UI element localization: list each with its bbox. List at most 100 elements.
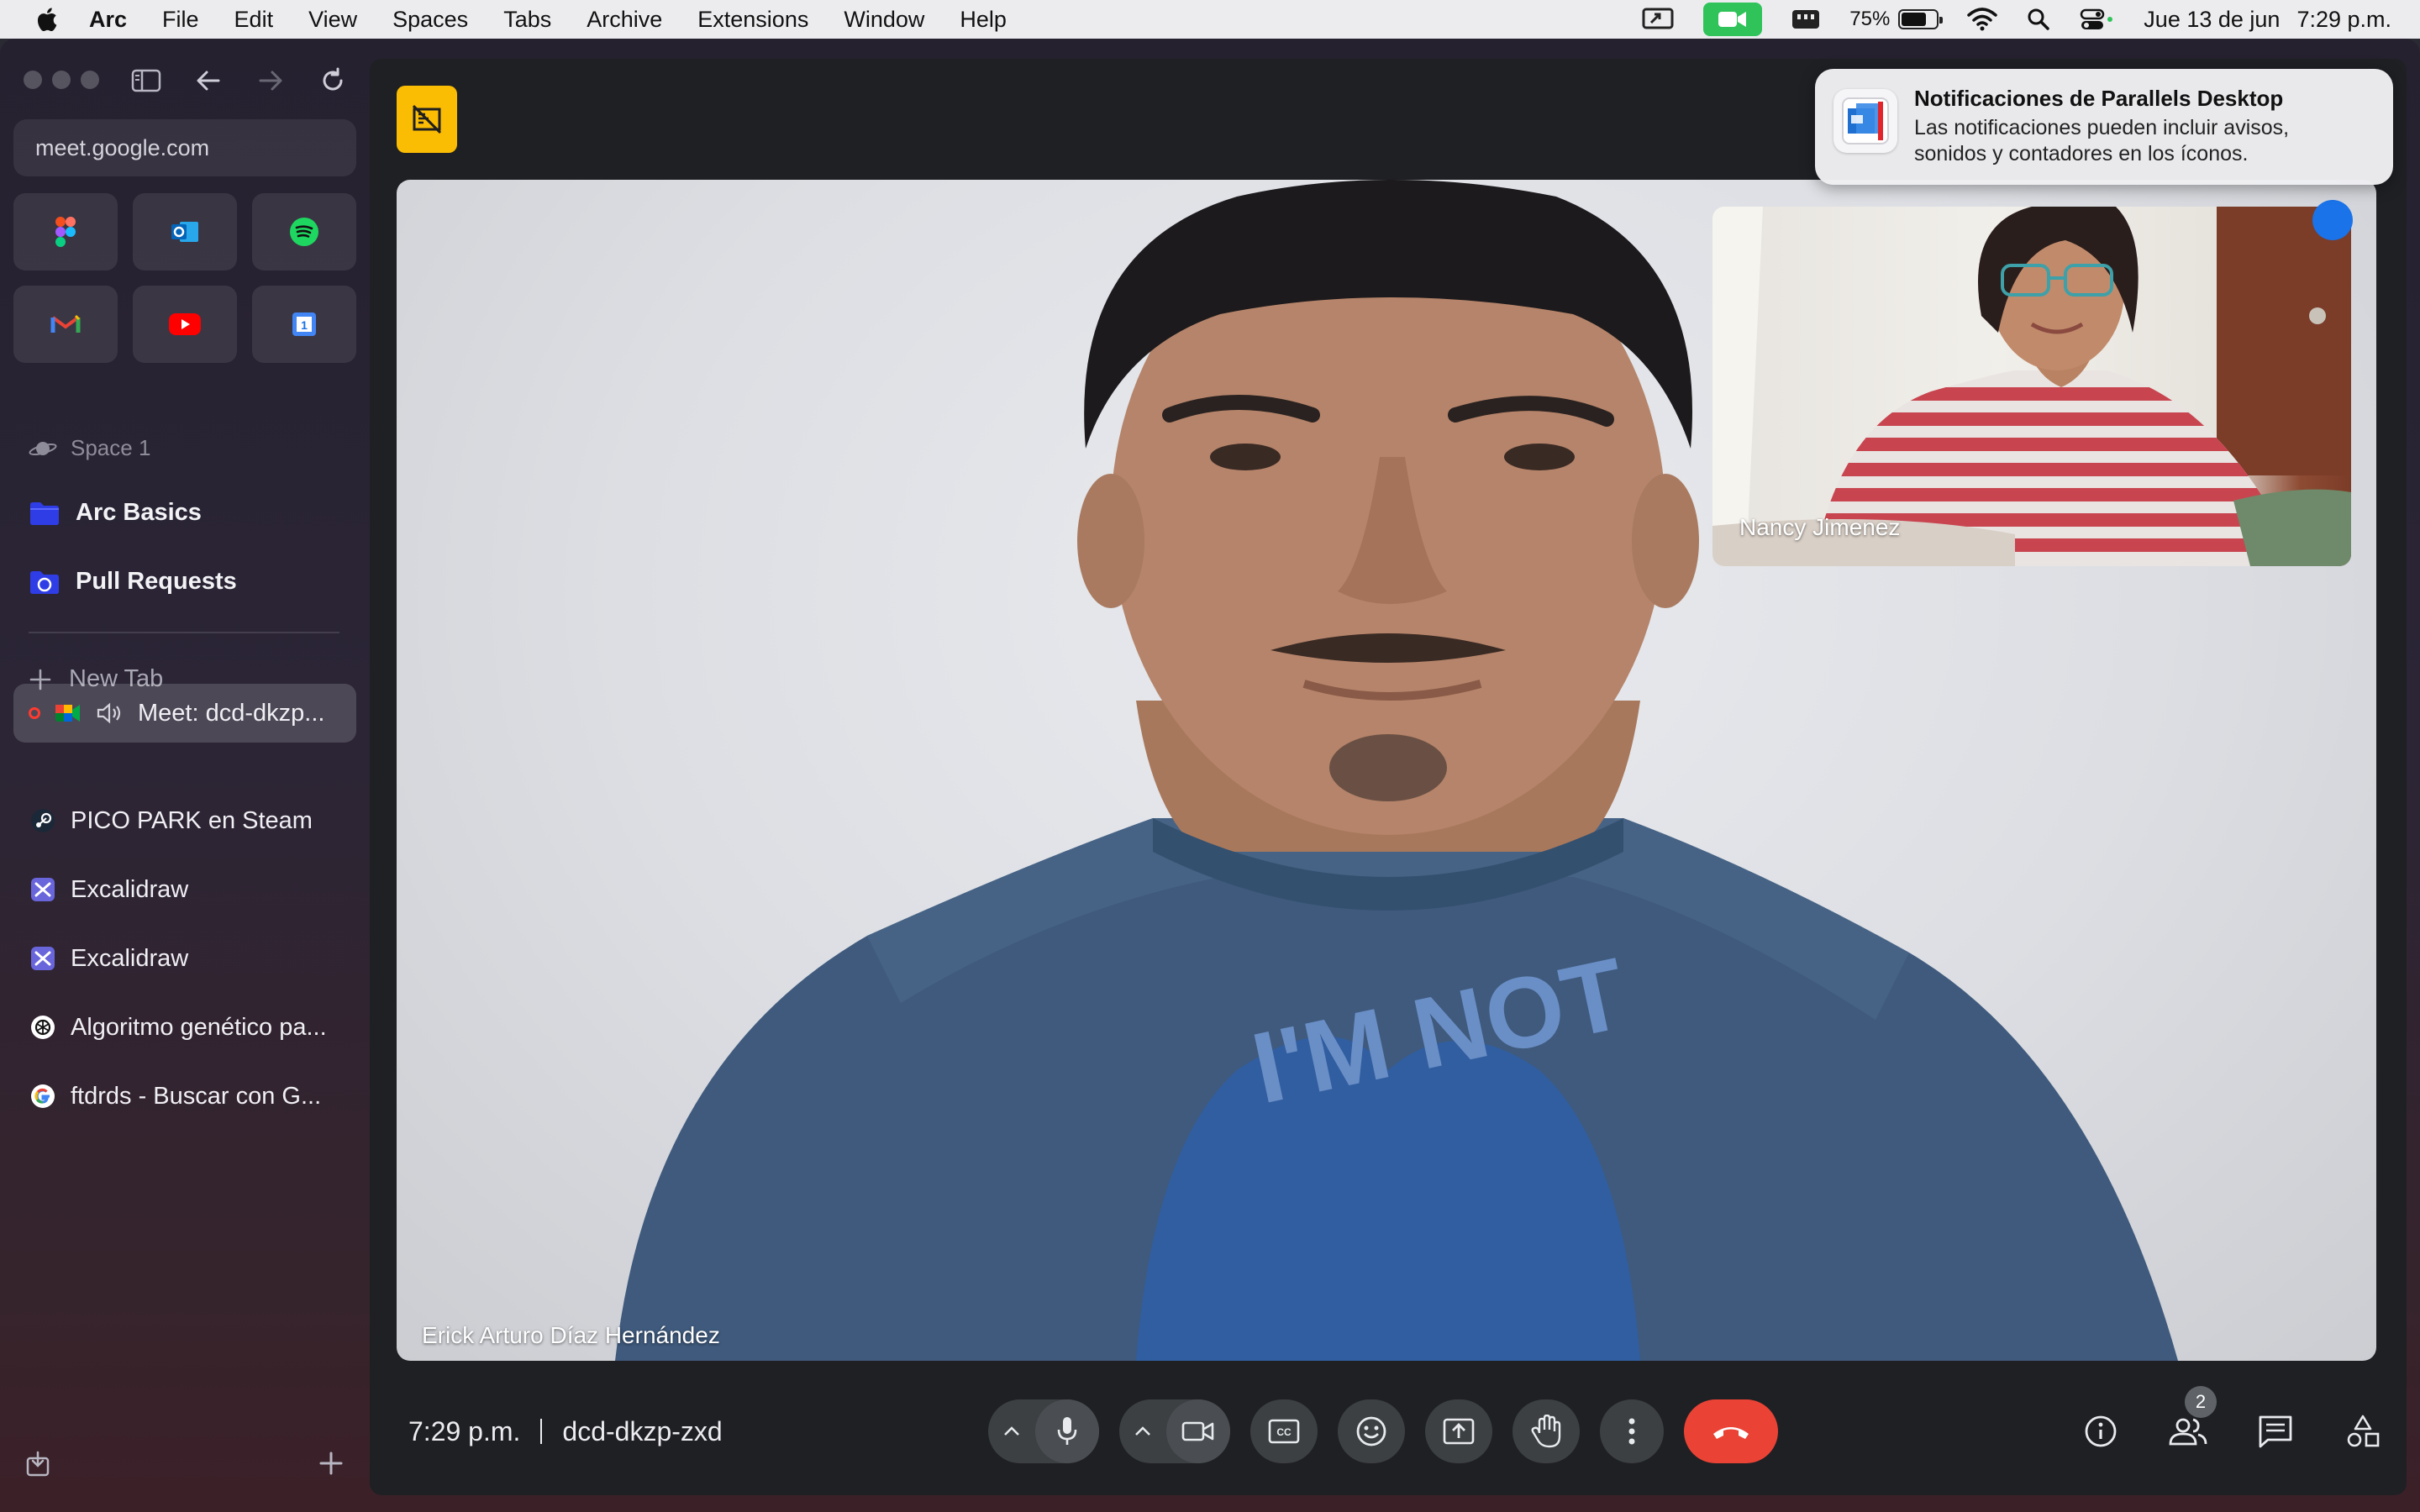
reload-icon[interactable]: [316, 64, 350, 97]
activities-shapes-icon: [2347, 1415, 2380, 1447]
tab-meet[interactable]: Meet: dcd-dkzp...: [13, 684, 356, 743]
folder-icon: [30, 501, 59, 525]
raise-hand-button[interactable]: [1512, 1399, 1580, 1463]
spotlight-search-icon[interactable]: [2026, 7, 2051, 32]
folder-label: Pull Requests: [76, 568, 237, 595]
self-view-pip[interactable]: Nancy Jimenez: [1712, 207, 2351, 566]
menu-view[interactable]: View: [308, 7, 357, 33]
tab-excalidraw-1[interactable]: Excalidraw: [13, 860, 356, 919]
back-arrow-icon[interactable]: [192, 64, 225, 97]
battery-percent: 75%: [1849, 8, 1891, 30]
camera-control-group: [1119, 1399, 1230, 1463]
menu-archive[interactable]: Archive: [587, 7, 662, 33]
recorder-icon[interactable]: [1791, 7, 1821, 32]
tab-excalidraw-2[interactable]: Excalidraw: [13, 929, 356, 988]
people-button[interactable]: 2: [2154, 1386, 2222, 1463]
favorite-figma[interactable]: [13, 193, 118, 270]
favorite-gmail[interactable]: [13, 286, 118, 363]
menubar-date[interactable]: Jue 13 de jun: [2144, 7, 2280, 33]
minimize-window-button[interactable]: [52, 71, 71, 89]
chevron-up-icon: [1004, 1426, 1019, 1436]
space-name: Space 1: [71, 435, 151, 460]
hang-up-phone-icon: [1713, 1427, 1749, 1439]
excalidraw-icon: [29, 875, 57, 904]
macos-menubar: Arc File Edit View Spaces Tabs Archive E…: [0, 0, 2420, 39]
menu-app-name[interactable]: Arc: [89, 7, 127, 33]
menu-window[interactable]: Window: [844, 7, 924, 33]
microphone-control-group: [988, 1399, 1099, 1463]
meet-side-controls: 2: [2067, 1386, 2396, 1463]
favorite-google-calendar[interactable]: 1: [252, 286, 356, 363]
planet-icon: [29, 441, 57, 455]
sidebar-footer: [25, 1450, 345, 1477]
emoji-smile-icon: [1356, 1416, 1386, 1446]
menu-help[interactable]: Help: [960, 7, 1007, 33]
parallels-notification[interactable]: Notificaciones de Parallels Desktop Las …: [1815, 69, 2393, 185]
chat-button[interactable]: [2242, 1399, 2309, 1463]
self-view-name: Nancy Jimenez: [1739, 514, 1901, 540]
url-bar[interactable]: meet.google.com: [13, 119, 356, 176]
space-label[interactable]: Space 1: [29, 435, 150, 461]
new-space-plus-icon[interactable]: [318, 1450, 345, 1477]
meeting-code[interactable]: dcd-dkzp-zxd: [562, 1416, 722, 1447]
favorite-outlook[interactable]: [133, 193, 237, 270]
camera-button[interactable]: [1166, 1399, 1230, 1463]
menu-file[interactable]: File: [162, 7, 199, 33]
more-options-button[interactable]: [1600, 1399, 1664, 1463]
wifi-icon[interactable]: [1967, 7, 1998, 32]
reactions-button[interactable]: [1338, 1399, 1405, 1463]
forward-arrow-icon[interactable]: [254, 64, 287, 97]
call-controls: CC: [988, 1399, 1778, 1463]
navigation-controls: [129, 64, 350, 97]
maximize-window-button[interactable]: [81, 71, 99, 89]
video-settings-caret[interactable]: [1119, 1399, 1166, 1463]
captions-button[interactable]: CC: [1250, 1399, 1318, 1463]
leave-call-button[interactable]: [1684, 1399, 1778, 1463]
folder-pull-requests[interactable]: Pull Requests: [29, 568, 237, 596]
apple-icon[interactable]: [34, 6, 59, 33]
meet-activity-badge[interactable]: [397, 86, 457, 153]
menu-edit[interactable]: Edit: [234, 7, 274, 33]
google-meet-page: I'M NOT Erick Arturo Díaz Hernández Nanc…: [370, 59, 2407, 1495]
svg-text:1: 1: [301, 318, 308, 332]
folder-arc-basics[interactable]: Arc Basics: [29, 499, 202, 527]
window-controls: [24, 71, 99, 89]
figma-icon: [55, 217, 76, 247]
archive-download-icon[interactable]: [25, 1450, 50, 1477]
meeting-details-button[interactable]: [2067, 1399, 2134, 1463]
menu-extensions[interactable]: Extensions: [697, 7, 808, 33]
notification-text: Notificaciones de Parallels Desktop Las …: [1914, 86, 2289, 167]
toggle-sidebar-icon[interactable]: [129, 64, 163, 97]
menu-spaces[interactable]: Spaces: [392, 7, 468, 33]
tab-chatgpt[interactable]: Algoritmo genético pa...: [13, 998, 356, 1057]
present-screen-button[interactable]: [1425, 1399, 1492, 1463]
screen-mirroring-icon[interactable]: [1641, 6, 1675, 33]
arc-sidebar: meet.google.com 1 Space 1 Arc Basics Pul…: [0, 39, 370, 1512]
speaker-audio-icon[interactable]: [96, 699, 124, 727]
activities-button[interactable]: [2329, 1399, 2396, 1463]
camera-in-use-icon[interactable]: [1703, 3, 1763, 36]
steam-icon: [29, 806, 57, 835]
battery-icon: [1898, 9, 1944, 29]
favorite-youtube[interactable]: [133, 286, 237, 363]
tab-label: Meet: dcd-dkzp...: [138, 699, 325, 727]
close-window-button[interactable]: [24, 71, 42, 89]
folder-label: Arc Basics: [76, 499, 202, 526]
microphone-button[interactable]: [1035, 1399, 1099, 1463]
tab-label: ftdrds - Buscar con G...: [71, 1082, 322, 1110]
menubar-time[interactable]: 7:29 p.m.: [2296, 7, 2391, 33]
audio-settings-caret[interactable]: [988, 1399, 1035, 1463]
tab-google-search[interactable]: ftdrds - Buscar con G...: [13, 1067, 356, 1126]
menu-tabs[interactable]: Tabs: [503, 7, 551, 33]
tab-label: Algoritmo genético pa...: [71, 1013, 327, 1041]
parallels-app-icon: [1833, 89, 1897, 153]
visual-effects-off-icon: [412, 104, 442, 134]
favorite-spotify[interactable]: [252, 193, 356, 270]
google-meet-icon: [54, 699, 82, 727]
spotify-icon: [290, 218, 318, 246]
notification-body-line-2: sonidos y contadores en los íconos.: [1914, 142, 2249, 165]
tab-pico-park[interactable]: PICO PARK en Steam: [13, 791, 356, 850]
control-center-icon[interactable]: [2080, 7, 2115, 32]
battery-status[interactable]: 75%: [1849, 8, 1944, 31]
chevron-up-icon: [1135, 1426, 1150, 1436]
